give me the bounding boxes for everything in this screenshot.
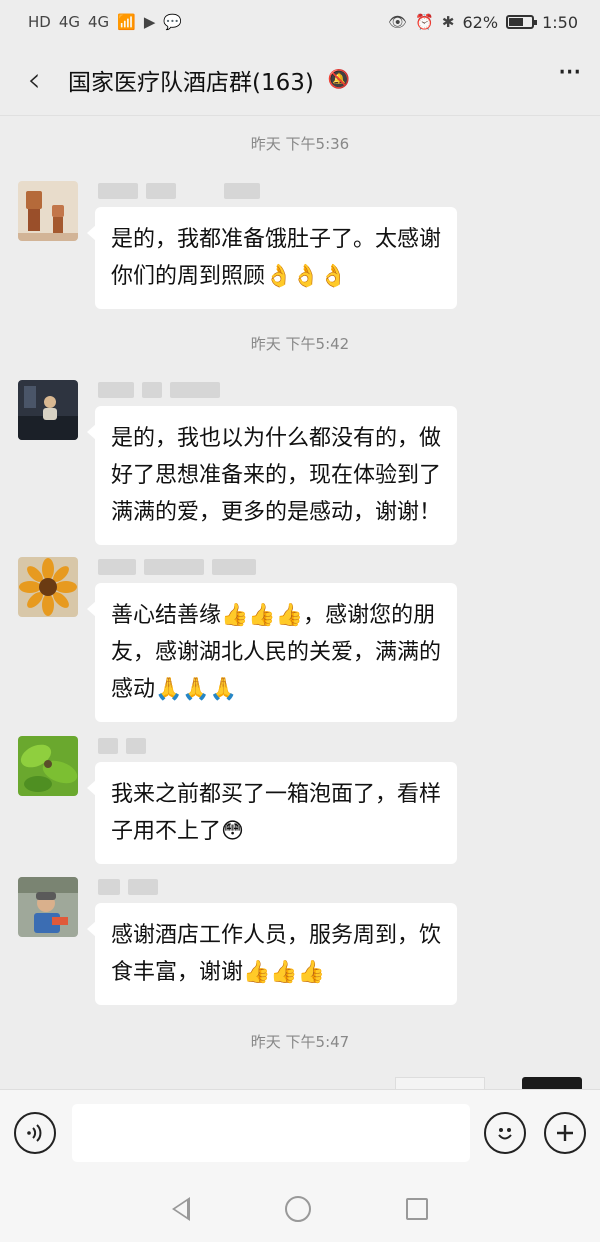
avatar-figurines[interactable] — [18, 181, 78, 241]
system-back-button[interactable] — [172, 1196, 190, 1221]
status-right: 👁 ⏰ ✱ 62% 1:50 — [388, 13, 578, 32]
chat-area[interactable]: 昨天 下午5:36 是的，我都准备饿肚子了。太感谢 你们的周到照顾👌👌👌 昨天 … — [0, 117, 600, 1089]
battery-fill — [509, 18, 524, 26]
avatar-leaves[interactable] — [18, 736, 78, 796]
sender-blur — [98, 879, 120, 895]
more-button[interactable]: ··· — [557, 55, 582, 104]
wifi-icon: 📶 — [117, 13, 136, 31]
system-recents-button[interactable] — [406, 1197, 428, 1220]
sender-blur — [144, 559, 204, 575]
message-line: 我来之前都买了一箱泡面了，看样 — [111, 782, 442, 807]
message-line: 是的，我都准备饿肚子了。太感谢 — [111, 227, 442, 252]
sender-blur — [98, 738, 118, 754]
message-line: 友，感谢湖北人民的关爱，满满的 — [111, 640, 442, 665]
battery-percent: 62% — [462, 12, 499, 32]
message-icon: 💬 — [163, 13, 183, 31]
chat-header: ‹ 国家医疗队酒店群(163) 🔕 ··· — [0, 44, 600, 116]
battery-icon — [506, 15, 538, 29]
play-icon: ▶ — [143, 13, 156, 31]
signal-4g-icon-2: 4G — [88, 13, 110, 31]
sender-blur — [98, 382, 134, 398]
sender-name — [98, 738, 146, 754]
sender-blur — [212, 559, 256, 575]
sender-name — [98, 879, 158, 895]
sender-name — [98, 183, 260, 199]
bluetooth-icon: ✱ — [441, 13, 455, 31]
back-button[interactable]: ‹ — [20, 60, 48, 100]
message-bubble[interactable]: 善心结善缘👍👍👍，感谢您的朋 友，感谢湖北人民的关爱，满满的 感动🙏🙏🙏 — [86, 583, 458, 722]
partial-image-preview-dark[interactable] — [522, 1077, 582, 1089]
emoji-button[interactable] — [484, 1111, 526, 1154]
message-line: 感谢酒店工作人员，服务周到，饮 — [111, 923, 442, 948]
message-line: 是的，我也以为什么都没有的，做 — [111, 426, 442, 451]
message-input[interactable] — [72, 1103, 470, 1162]
message-line: 子用不上了😳 — [111, 819, 244, 844]
sender-name — [98, 382, 220, 398]
message-line: 善心结善缘👍👍👍，感谢您的朋 — [111, 603, 436, 628]
plus-icon — [557, 1124, 573, 1141]
chevron-left-icon: ‹ — [27, 59, 41, 100]
sender-blur — [128, 879, 158, 895]
avatar-dark-room[interactable] — [18, 380, 78, 440]
message-line: 感动🙏🙏🙏 — [111, 677, 238, 702]
sender-blur — [224, 183, 260, 199]
voice-button[interactable] — [14, 1111, 56, 1154]
sender-name — [98, 559, 256, 575]
sender-blur — [170, 382, 220, 398]
message-line: 满满的爱，更多的是感动，谢谢！ — [111, 500, 442, 525]
plus-button[interactable] — [544, 1111, 586, 1154]
system-nav-bar — [0, 1175, 600, 1242]
hd-icon: HD — [28, 13, 51, 31]
partial-image-preview[interactable] — [395, 1077, 485, 1089]
message-bubble[interactable]: 我来之前都买了一箱泡面了，看样 子用不上了😳 — [86, 762, 458, 864]
message-line: 食丰富，谢谢👍👍👍 — [111, 960, 326, 985]
more-icon: ··· — [557, 55, 582, 90]
message-bubble[interactable]: 是的，我都准备饿肚子了。太感谢 你们的周到照顾👌👌👌 — [86, 207, 458, 309]
timestamp: 昨天 下午5:36 — [250, 135, 350, 153]
sender-blur — [146, 183, 176, 199]
timestamp: 昨天 下午5:47 — [250, 1033, 350, 1051]
message-bubble[interactable]: 是的，我也以为什么都没有的，做 好了思想准备来的，现在体验到了 满满的爱，更多的… — [86, 406, 458, 545]
sender-blur — [98, 183, 138, 199]
bell-muted-icon: 🔕 — [327, 69, 351, 90]
signal-4g-icon: 4G — [58, 13, 81, 31]
input-bar — [0, 1089, 600, 1175]
sender-blur — [126, 738, 146, 754]
emoji-icon — [498, 1127, 512, 1139]
clock: 1:50 — [542, 12, 578, 32]
status-bar: HD 4G 4G 📶 ▶ 💬 👁 ⏰ ✱ 62% 1:50 — [0, 0, 600, 44]
sender-blur — [142, 382, 162, 398]
avatar-child[interactable] — [18, 877, 78, 937]
status-left: HD 4G 4G 📶 ▶ 💬 — [28, 13, 182, 31]
message-line: 你们的周到照顾👌👌👌 — [111, 264, 348, 289]
message-line: 好了思想准备来的，现在体验到了 — [111, 463, 442, 488]
avatar-sunflower[interactable] — [18, 557, 78, 617]
sender-blur — [98, 559, 136, 575]
timestamp: 昨天 下午5:42 — [250, 335, 350, 353]
voice-icon — [27, 1123, 42, 1142]
message-bubble[interactable]: 感谢酒店工作人员，服务周到，饮 食丰富，谢谢👍👍👍 — [86, 903, 458, 1005]
system-home-button[interactable] — [285, 1195, 311, 1222]
chat-title: 国家医疗队酒店群(163) — [68, 69, 314, 96]
eye-icon: 👁 — [388, 13, 408, 31]
alarm-icon: ⏰ — [415, 13, 434, 31]
